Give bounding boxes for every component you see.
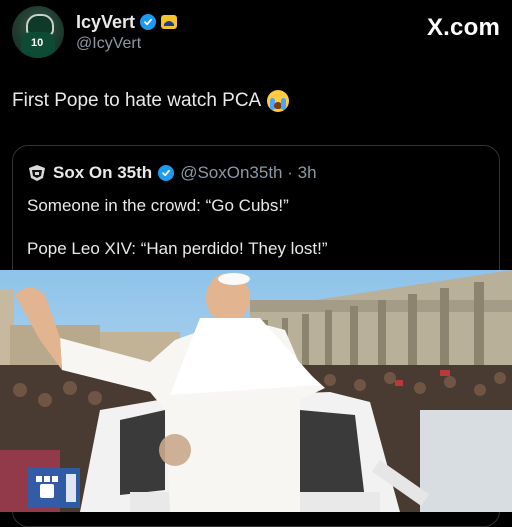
bystander-head (159, 434, 191, 466)
tweet-header: 10 IcyVert @IcyVert X.com (12, 4, 500, 60)
quoted-text-line-1: Someone in the crowd: “Go Cubs!” (27, 196, 289, 215)
name-row: IcyVert (76, 10, 178, 34)
sox-logo-icon (27, 163, 47, 183)
verified-badge-icon (140, 14, 157, 30)
photo-illustration (0, 270, 512, 512)
quoted-text-line-2: Pope Leo XIV: “Han perdido! They lost!” (27, 239, 328, 258)
quoted-handle-time[interactable]: @SoxOn35th · 3h (180, 163, 316, 183)
verified-badge-icon (158, 165, 175, 181)
video-frame-pope-popemobile[interactable] (0, 270, 512, 512)
quoted-header: Sox On 35th @SoxOn35th · 3h (27, 162, 317, 184)
avatar-jersey-number: 10 (31, 37, 44, 49)
tweet-text: First Pope to hate watch PCA (12, 90, 262, 111)
site-watermark: X.com (426, 14, 500, 41)
tweet-text-row: First Pope to hate watch PCA (12, 90, 290, 112)
barrier (420, 410, 512, 512)
handle[interactable]: @IcyVert (76, 35, 141, 53)
affiliate-badge-icon[interactable] (161, 15, 178, 29)
display-name[interactable]: IcyVert (76, 12, 135, 33)
quoted-display-name[interactable]: Sox On 35th (53, 163, 152, 183)
crying-emoji-icon (267, 90, 290, 112)
vatican-media-logo (28, 468, 80, 508)
avatar[interactable]: 10 (12, 6, 64, 58)
